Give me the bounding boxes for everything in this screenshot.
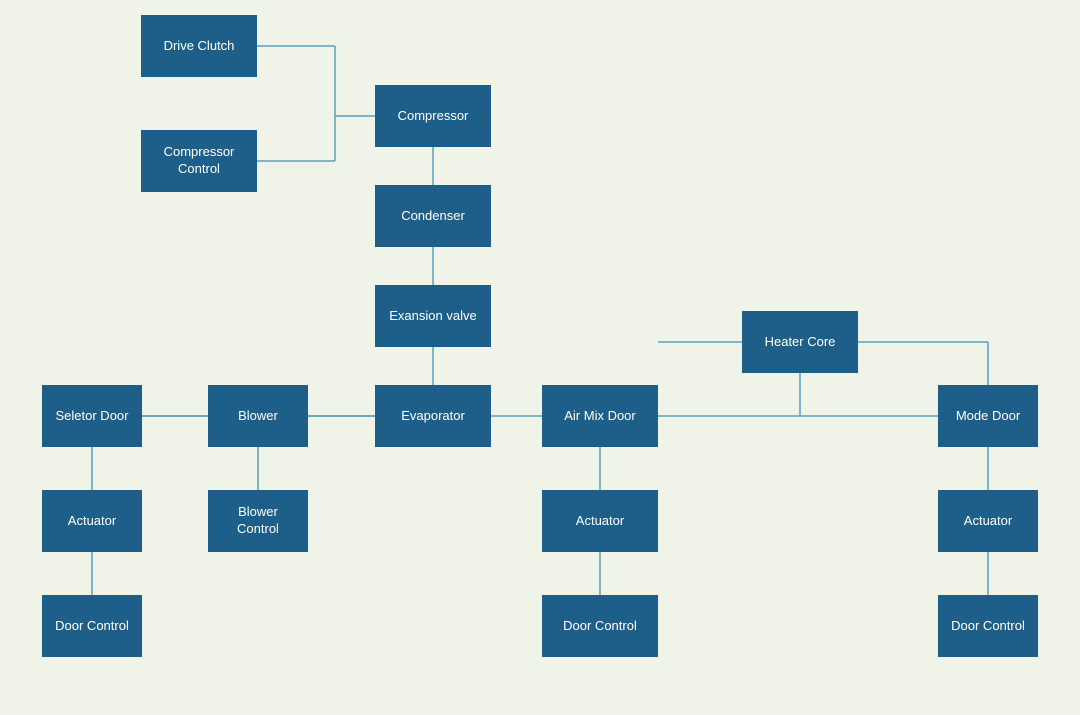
selector-door-node: Seletor Door [42,385,142,447]
door-control-right-node: Door Control [938,595,1038,657]
door-control-mid-node: Door Control [542,595,658,657]
condenser-node: Condenser [375,185,491,247]
actuator-mid-node: Actuator [542,490,658,552]
door-control-left-node: Door Control [42,595,142,657]
compressor-node: Compressor [375,85,491,147]
diagram: Drive Clutch Compressor Control Compress… [0,0,1080,715]
heater-core-node: Heater Core [742,311,858,373]
air-mix-door-node: Air Mix Door [542,385,658,447]
actuator-right-node: Actuator [938,490,1038,552]
actuator-left-node: Actuator [42,490,142,552]
expansion-valve-node: Exansion valve [375,285,491,347]
drive-clutch-node: Drive Clutch [141,15,257,77]
blower-control-node: Blower Control [208,490,308,552]
mode-door-node: Mode Door [938,385,1038,447]
evaporator-node: Evaporator [375,385,491,447]
blower-node: Blower [208,385,308,447]
compressor-control-node: Compressor Control [141,130,257,192]
